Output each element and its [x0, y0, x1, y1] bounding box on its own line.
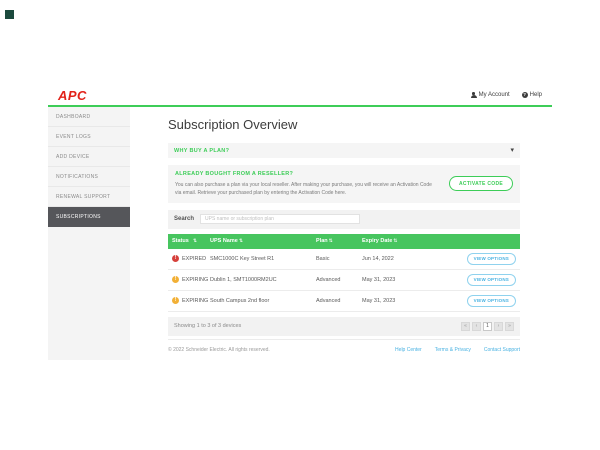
- subscriptions-table: Status UPS Name Plan Expiry Date EXPIRED…: [168, 234, 520, 312]
- view-options-button[interactable]: VIEW OPTIONS: [467, 253, 516, 265]
- showing-summary: Showing 1 to 3 of 3 devices: [174, 323, 241, 329]
- reseller-heading: ALREADY BOUGHT FROM A RESELLER?: [175, 171, 439, 177]
- search-row: Search: [168, 210, 520, 229]
- header-plan[interactable]: Plan: [316, 238, 362, 244]
- header-expiry-date[interactable]: Expiry Date: [362, 238, 424, 244]
- expired-status-icon: [172, 255, 179, 262]
- apc-logo[interactable]: APC: [58, 88, 87, 103]
- status-badge: EXPIRING: [182, 277, 208, 283]
- reseller-text: ALREADY BOUGHT FROM A RESELLER? You can …: [175, 171, 439, 197]
- help-center-link[interactable]: Help Center: [395, 347, 422, 353]
- sort-icon: [238, 238, 243, 244]
- ups-name-cell: SMC1000C Key Street R1: [210, 256, 316, 262]
- status-cell: EXPIRING: [172, 297, 210, 304]
- reseller-body: You can also purchase a plan via your lo…: [175, 181, 439, 197]
- plan-cell: Advanced: [316, 277, 362, 283]
- pagination-bar: Showing 1 to 3 of 3 devices « ‹ 1 › »: [168, 317, 520, 336]
- ups-name-cell: South Campus 2nd floor: [210, 298, 316, 304]
- plan-cell: Basic: [316, 256, 362, 262]
- sort-icon: [392, 238, 397, 244]
- why-buy-label: WHY BUY A PLAN?: [174, 148, 229, 154]
- expiry-cell: May 31, 2023: [362, 277, 424, 283]
- header-status[interactable]: Status: [172, 238, 210, 244]
- sidebar: DASHBOARD EVENT LOGS ADD DEVICE NOTIFICA…: [48, 107, 130, 360]
- app-header: APC My Account ? Help: [48, 85, 552, 105]
- pager: « ‹ 1 › »: [461, 322, 514, 331]
- corner-mark: [5, 10, 14, 19]
- copyright-text: © 2022 Schneider Electric. All rights re…: [168, 347, 270, 353]
- sidebar-item-event-logs[interactable]: EVENT LOGS: [48, 127, 130, 147]
- table-header-row: Status UPS Name Plan Expiry Date: [168, 234, 520, 249]
- chevron-down-icon: ▾: [510, 148, 514, 153]
- page-1-button[interactable]: 1: [483, 322, 492, 331]
- table-row: EXPIRED SMC1000C Key Street R1 Basic Jun…: [168, 249, 520, 270]
- last-page-button[interactable]: »: [505, 322, 514, 331]
- status-badge: EXPIRED: [182, 256, 206, 262]
- help-label: Help: [530, 92, 542, 98]
- expiring-status-icon: [172, 297, 179, 304]
- ups-name-cell: Dublin 1, SMT1000RM2UC: [210, 277, 316, 283]
- page-title: Subscription Overview: [168, 117, 520, 132]
- footer: © 2022 Schneider Electric. All rights re…: [168, 339, 520, 353]
- help-icon: ?: [522, 92, 528, 98]
- my-account-link[interactable]: My Account: [471, 92, 510, 98]
- status-cell: EXPIRING: [172, 276, 210, 283]
- prev-page-button[interactable]: ‹: [472, 322, 481, 331]
- table-row: EXPIRING Dublin 1, SMT1000RM2UC Advanced…: [168, 270, 520, 291]
- next-page-button[interactable]: ›: [494, 322, 503, 331]
- help-link[interactable]: ? Help: [522, 92, 542, 98]
- sidebar-item-dashboard[interactable]: DASHBOARD: [48, 107, 130, 127]
- status-badge: EXPIRING: [182, 298, 208, 304]
- first-page-button[interactable]: «: [461, 322, 470, 331]
- status-cell: EXPIRED: [172, 255, 210, 262]
- plan-cell: Advanced: [316, 298, 362, 304]
- expiring-status-icon: [172, 276, 179, 283]
- my-account-label: My Account: [479, 92, 510, 98]
- terms-privacy-link[interactable]: Terms & Privacy: [435, 347, 471, 353]
- app-window: APC My Account ? Help DASHBOARD EVENT LO…: [48, 85, 552, 360]
- sidebar-item-notifications[interactable]: NOTIFICATIONS: [48, 167, 130, 187]
- sort-icon: [328, 238, 333, 244]
- search-input[interactable]: [200, 214, 360, 224]
- header-ups-name[interactable]: UPS Name: [210, 238, 316, 244]
- sort-icon: [192, 238, 197, 244]
- view-options-button[interactable]: VIEW OPTIONS: [467, 274, 516, 286]
- user-icon: [471, 92, 477, 98]
- activate-code-button[interactable]: ACTIVATE CODE: [449, 176, 513, 191]
- reseller-section: ALREADY BOUGHT FROM A RESELLER? You can …: [168, 165, 520, 203]
- expiry-cell: May 31, 2023: [362, 298, 424, 304]
- contact-support-link[interactable]: Contact Support: [484, 347, 520, 353]
- why-buy-accordion[interactable]: WHY BUY A PLAN? ▾: [168, 143, 520, 158]
- footer-links: Help Center Terms & Privacy Contact Supp…: [395, 347, 520, 353]
- sidebar-item-renewal-support[interactable]: RENEWAL SUPPORT: [48, 187, 130, 207]
- table-row: EXPIRING South Campus 2nd floor Advanced…: [168, 291, 520, 312]
- header-links: My Account ? Help: [471, 92, 542, 98]
- main-content: Subscription Overview WHY BUY A PLAN? ▾ …: [130, 107, 552, 360]
- search-label: Search: [174, 216, 194, 222]
- view-options-button[interactable]: VIEW OPTIONS: [467, 295, 516, 307]
- sidebar-item-add-device[interactable]: ADD DEVICE: [48, 147, 130, 167]
- expiry-cell: Jun 14, 2022: [362, 256, 424, 262]
- sidebar-item-subscriptions[interactable]: SUBSCRIPTIONS: [48, 207, 130, 227]
